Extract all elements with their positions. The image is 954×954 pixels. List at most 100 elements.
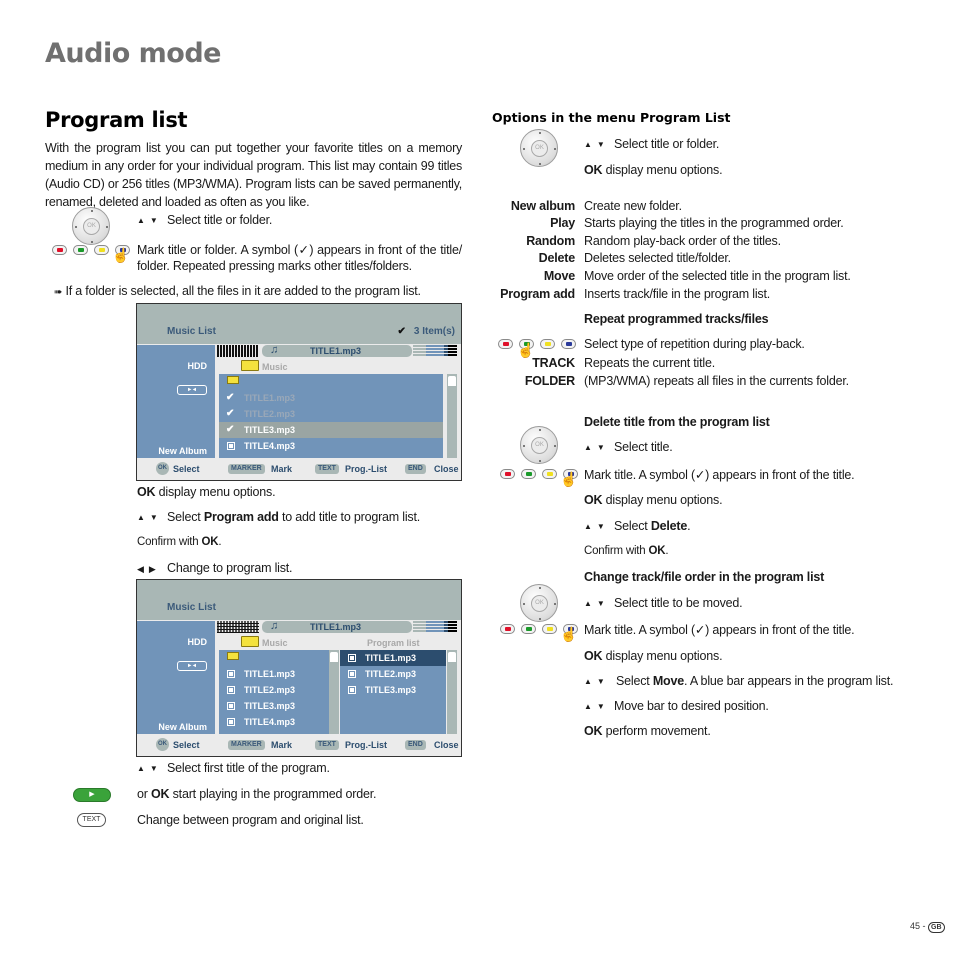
list-item[interactable]: TITLE3.mp3: [219, 698, 329, 714]
text: perform movement.: [602, 724, 711, 738]
file-bullet-icon: [348, 686, 356, 694]
text: .: [218, 536, 222, 548]
program-item[interactable]: TITLE3.mp3: [340, 682, 446, 698]
page-title: Audio mode: [45, 38, 221, 69]
marker-key[interactable]: MARKER: [228, 464, 265, 474]
move-perform-step: OK perform movement.: [584, 724, 711, 738]
list-item[interactable]: TITLE4.mp3: [219, 438, 443, 454]
delete-select-delete-step: ▲▼ Select Delete.: [584, 519, 691, 533]
text-key[interactable]: TEXT: [315, 464, 339, 474]
folder-icon: [241, 360, 259, 371]
parent-folder-row[interactable]: [219, 650, 329, 666]
parent-folder-row[interactable]: [219, 374, 443, 390]
move-title: Change track/file order in the program l…: [584, 570, 825, 584]
ok-key[interactable]: OK: [156, 738, 169, 751]
left-right-arrows-icon: ◀▶: [137, 564, 161, 574]
program-add-label: Program add: [203, 510, 279, 524]
music-list-screen-2: Music List HDD ▸ ◂ New Album ♫ TITLE1.mp…: [136, 579, 462, 757]
delete-ok-step: OK display menu options.: [584, 493, 723, 507]
ok-key-label: OK: [584, 649, 603, 663]
new-album-button[interactable]: New Album: [158, 446, 207, 456]
text: Select: [614, 519, 651, 533]
pointing-hand-icon: ☝: [560, 471, 578, 487]
file-name: TITLE2.mp3: [365, 669, 417, 679]
footer-label: Prog.-List: [345, 740, 387, 750]
text: . A blue bar appears in the program list…: [683, 674, 894, 688]
check-icon: ✔: [226, 392, 235, 403]
text-key[interactable]: TEXT: [315, 740, 339, 750]
list-item[interactable]: TITLE1.mp3: [219, 666, 329, 682]
delete-title: Delete title from the program list: [584, 415, 770, 429]
option-key: Delete: [538, 251, 576, 265]
list-item[interactable]: TITLE2.mp3: [219, 682, 329, 698]
file-name: TITLE2.mp3: [244, 685, 296, 695]
scrollbar[interactable]: [447, 650, 457, 734]
scrollbar[interactable]: [329, 650, 339, 734]
ok-key-label: OK: [137, 485, 156, 499]
repeat-desc: Repeats the current title.: [584, 356, 715, 370]
option-key: New album: [510, 199, 575, 213]
music-list-screen-1: Music List ✔ 3 Item(s) HDD ▸ ◂ New Album …: [136, 303, 462, 481]
color-buttons-icon: ☝: [500, 624, 580, 642]
text: Confirm with: [137, 536, 202, 548]
ok-key[interactable]: OK: [156, 462, 169, 475]
text: display menu options.: [602, 649, 723, 663]
end-key[interactable]: END: [405, 740, 426, 750]
up-down-arrows-icon: ▲▼: [584, 443, 610, 452]
ok-key-label: OK: [584, 493, 603, 507]
up-down-arrows-icon: ▲▼: [584, 140, 610, 149]
delete-mark-step: Mark title. A symbol (✓) appears in fron…: [584, 468, 855, 482]
file-bullet-icon: [227, 702, 235, 710]
note-text: If a folder is selected, all the files i…: [65, 284, 421, 298]
parent-folder-icon: [227, 376, 239, 384]
scrollbar[interactable]: [447, 374, 457, 458]
ok-key-label: OK: [201, 536, 219, 548]
text: Select: [616, 674, 653, 688]
file-name: TITLE3.mp3: [365, 685, 417, 695]
ok-key-label: OK: [584, 163, 603, 177]
new-album-button[interactable]: New Album: [158, 722, 207, 732]
file-name: TITLE3.mp3: [244, 701, 296, 711]
list-item[interactable]: ✔ TITLE2.mp3: [219, 406, 443, 422]
text: display menu options.: [602, 493, 723, 507]
option-desc: Deletes selected title/folder.: [584, 251, 731, 265]
delete-confirm-step: Confirm with OK.: [584, 545, 669, 557]
list-item[interactable]: TITLE4.mp3: [219, 714, 329, 730]
file-bullet-icon: [348, 670, 356, 678]
pointing-hand-icon: ☝: [560, 626, 578, 642]
program-item[interactable]: TITLE2.mp3: [340, 666, 446, 682]
file-name: TITLE3.mp3: [244, 425, 296, 435]
text: Confirm with: [584, 545, 649, 557]
music-note-icon: ♫: [270, 620, 279, 632]
program-item[interactable]: TITLE1.mp3: [340, 650, 446, 666]
play-volume-icon: ▸ ◂: [177, 661, 207, 671]
repeat-key: FOLDER: [524, 374, 575, 388]
program-list: TITLE1.mp3 TITLE2.mp3 TITLE3.mp3: [340, 650, 446, 734]
end-key[interactable]: END: [405, 464, 426, 474]
file-bullet-icon: [348, 654, 356, 662]
repeat-key: TRACK: [532, 356, 575, 370]
right-ok-step: OK display menu options.: [584, 163, 723, 177]
list-item[interactable]: ✔ TITLE3.mp3: [219, 422, 443, 438]
remote-nav-pad-icon: OK: [72, 207, 110, 245]
text: display menu options.: [602, 163, 723, 177]
option-desc: Starts playing the titles in the program…: [584, 216, 844, 230]
color-buttons-icon: ☝: [498, 339, 578, 358]
now-playing-bar: ♫ TITLE1.mp3: [262, 344, 412, 357]
up-down-arrows-icon: ▲▼: [584, 599, 610, 608]
check-icon: ✔: [397, 326, 406, 337]
list-item[interactable]: ✔ TITLE1.mp3: [219, 390, 443, 406]
select-program-add-step: ▲▼ Select Program add to add title to pro…: [137, 510, 420, 524]
program-list-header: Program list: [367, 638, 420, 648]
source-label: HDD: [187, 637, 208, 647]
page-number: 45 - GB: [910, 921, 945, 933]
confirm-step: Confirm with OK.: [137, 536, 222, 548]
text: or: [137, 787, 151, 801]
marker-key[interactable]: MARKER: [228, 740, 265, 750]
file-name: TITLE1.mp3: [365, 653, 417, 663]
right-select-step: ▲▼ Select title or folder.: [584, 137, 719, 151]
arrow-right-icon: ➠: [54, 287, 63, 298]
up-down-arrows-icon: ▲▼: [137, 513, 163, 522]
osd-footer: OK Select MARKER Mark TEXT Prog.-List EN…: [137, 734, 461, 756]
file-bullet-icon: [227, 670, 235, 678]
